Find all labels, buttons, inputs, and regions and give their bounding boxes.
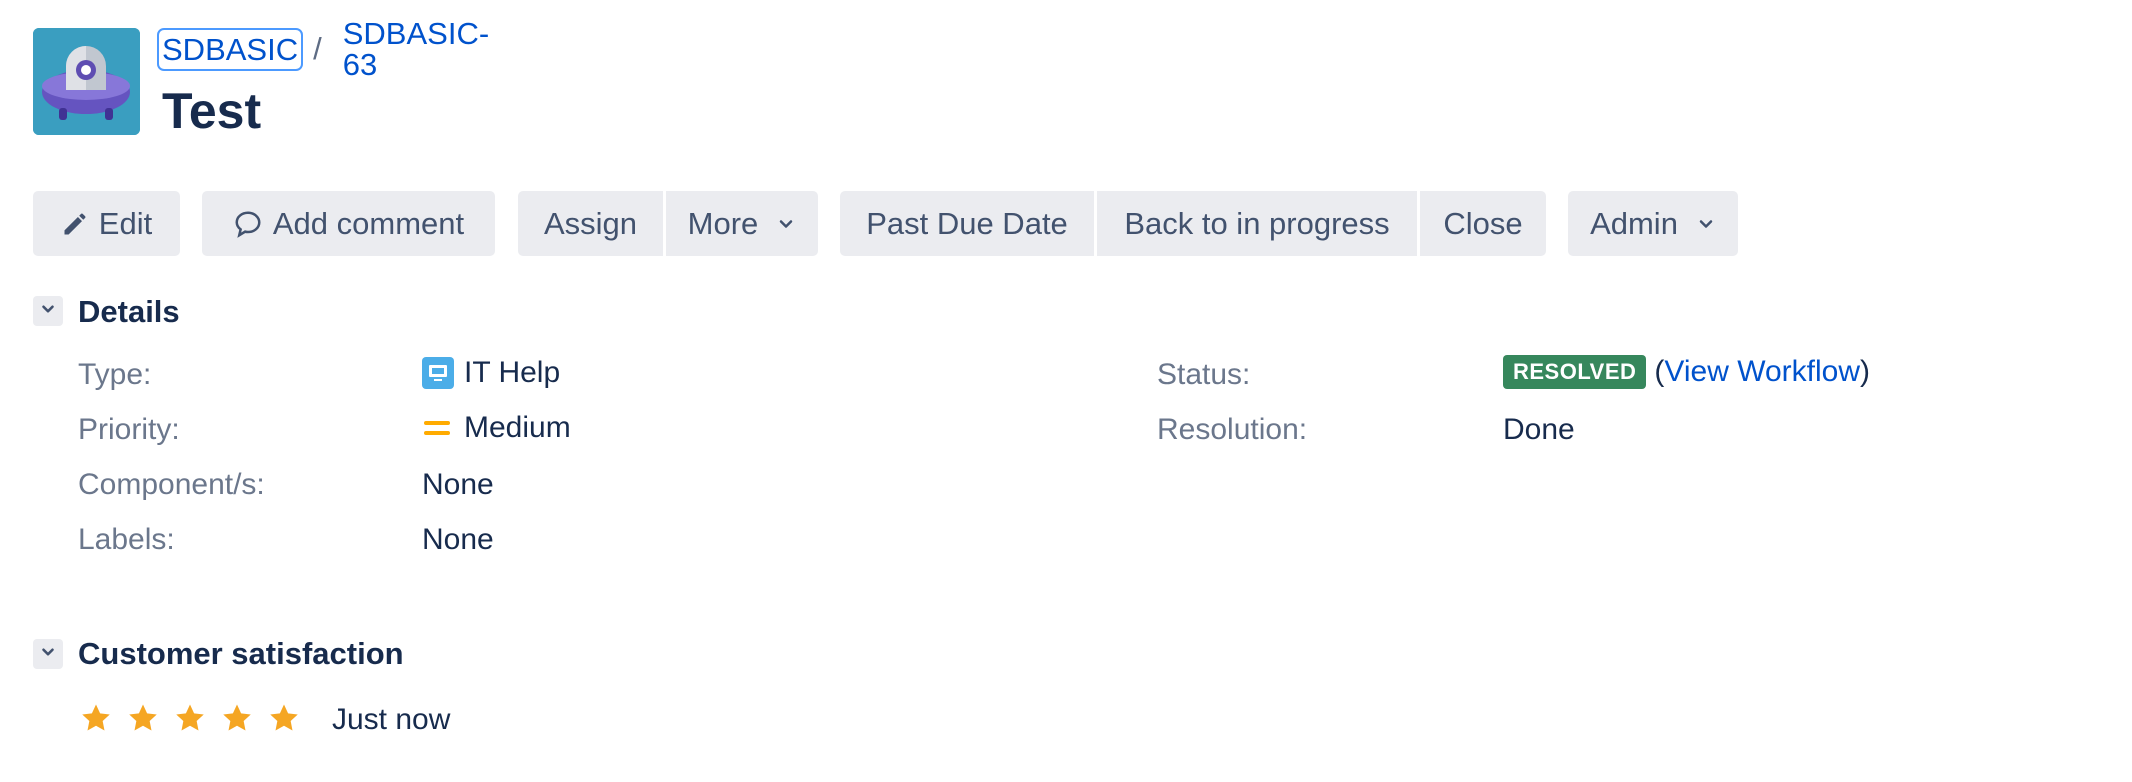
star-icon[interactable]: [173, 701, 207, 735]
type-label: Type:: [78, 358, 152, 391]
labels-value: None: [422, 523, 494, 556]
issue-title[interactable]: Test: [162, 82, 261, 140]
rating-timestamp: Just now: [332, 703, 451, 736]
type-value: IT Help: [422, 356, 560, 390]
breadcrumb-separator: /: [313, 31, 322, 66]
breadcrumb-issue-link[interactable]: SDBASIC-63: [340, 14, 492, 84]
resolution-value: Done: [1503, 413, 1575, 446]
customer-satisfaction-heading: Customer satisfaction: [78, 636, 404, 671]
status-value: RESOLVED ( View Workflow ): [1503, 355, 1871, 390]
close-button[interactable]: Close: [1420, 191, 1546, 256]
type-value-text: IT Help: [464, 356, 561, 389]
labels-label: Labels:: [78, 523, 175, 556]
resolution-label: Resolution:: [1157, 413, 1308, 446]
priority-value-text: Medium: [464, 411, 571, 444]
close-button-label: Close: [1443, 205, 1523, 241]
assign-button-label: Assign: [543, 205, 638, 241]
back-to-in-progress-button-label: Back to in progress: [1124, 205, 1390, 241]
more-button-label: More: [687, 205, 759, 241]
edit-button[interactable]: Edit: [33, 191, 180, 256]
chevron-down-icon: [39, 643, 57, 666]
comment-icon: [233, 209, 263, 239]
more-button[interactable]: More: [666, 191, 818, 256]
components-value: None: [422, 468, 494, 501]
admin-button[interactable]: Admin: [1568, 191, 1738, 256]
view-workflow-paren-open: (: [1654, 355, 1665, 389]
add-comment-button-label: Add comment: [272, 205, 465, 241]
star-icon[interactable]: [220, 701, 254, 735]
chevron-down-icon: [776, 214, 796, 234]
star-icon[interactable]: [79, 701, 113, 735]
view-workflow-link[interactable]: View Workflow: [1664, 355, 1860, 389]
project-avatar-icon[interactable]: [33, 28, 140, 135]
assign-button[interactable]: Assign: [518, 191, 663, 256]
chevron-down-icon: [1696, 214, 1716, 234]
edit-button-label: Edit: [98, 205, 153, 241]
it-help-icon: [422, 357, 454, 389]
admin-button-label: Admin: [1590, 205, 1678, 241]
breadcrumb-project-link[interactable]: SDBASIC: [156, 27, 304, 71]
components-label: Component/s:: [78, 468, 265, 501]
past-due-date-button-label: Past Due Date: [866, 205, 1068, 241]
priority-medium-icon: [422, 413, 452, 443]
customer-satisfaction-toggle[interactable]: [33, 639, 63, 669]
priority-value: Medium: [422, 411, 571, 445]
details-heading: Details: [78, 294, 180, 329]
back-to-in-progress-button[interactable]: Back to in progress: [1097, 191, 1417, 256]
details-toggle[interactable]: [33, 296, 63, 326]
breadcrumb: SDBASIC / SDBASIC-63: [156, 18, 492, 80]
add-comment-button[interactable]: Add comment: [202, 191, 495, 256]
status-badge: RESOLVED: [1503, 355, 1647, 390]
pencil-icon: [61, 210, 89, 238]
priority-label: Priority:: [78, 413, 180, 446]
satisfaction-rating: [79, 701, 314, 735]
status-label: Status:: [1157, 358, 1251, 391]
past-due-date-button[interactable]: Past Due Date: [840, 191, 1094, 256]
star-icon[interactable]: [267, 701, 301, 735]
view-workflow-paren-close: ): [1860, 355, 1871, 389]
chevron-down-icon: [39, 300, 57, 323]
star-icon[interactable]: [126, 701, 160, 735]
